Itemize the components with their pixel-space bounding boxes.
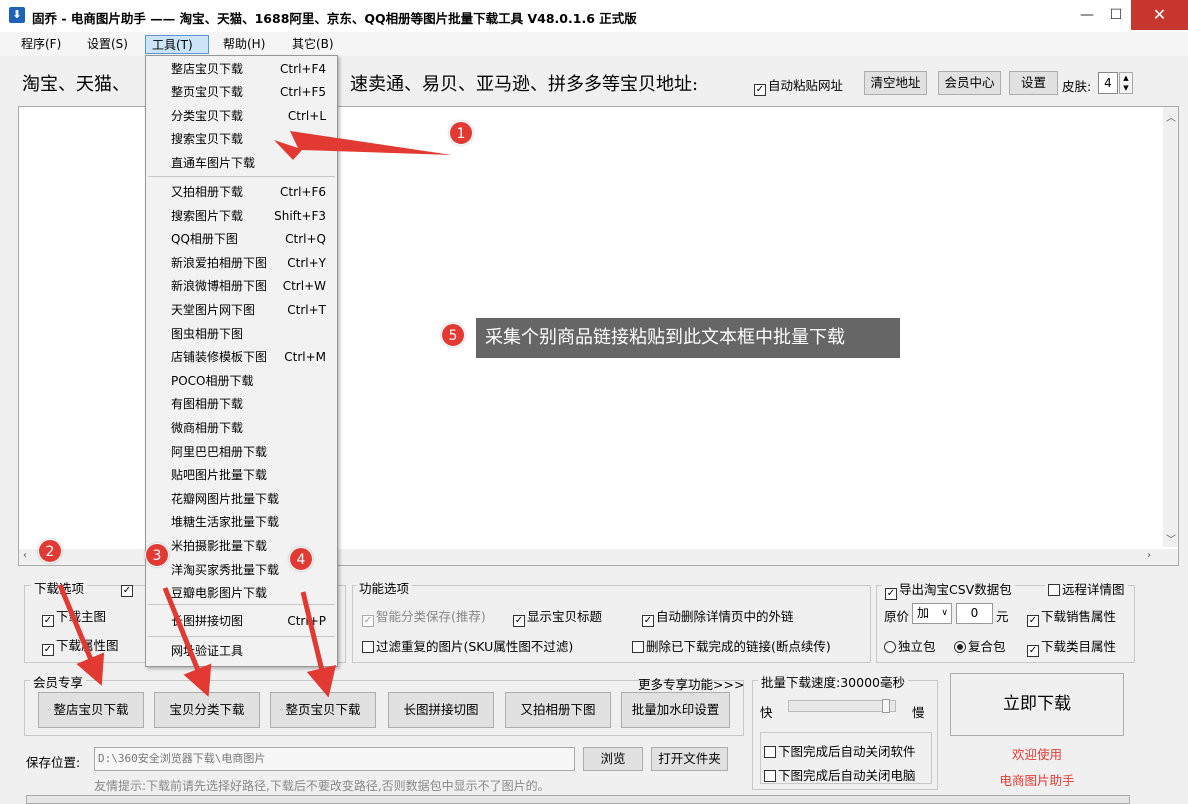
annotation-tip: 采集个别商品链接粘贴到此文本框中批量下载 [476, 318, 900, 358]
arrow-3-icon [162, 587, 212, 697]
annotation-badge-4: 4 [289, 547, 313, 571]
annotation-arrows [57, 131, 452, 698]
annotation-badge-1: 1 [449, 121, 473, 145]
annotation-badge-2: 2 [38, 539, 62, 563]
arrow-1-icon [274, 131, 452, 160]
arrow-2-icon [57, 584, 105, 686]
annotation-badge-3: 3 [145, 543, 169, 567]
arrow-4-icon [300, 591, 337, 698]
annotation-badge-5: 5 [441, 323, 465, 347]
